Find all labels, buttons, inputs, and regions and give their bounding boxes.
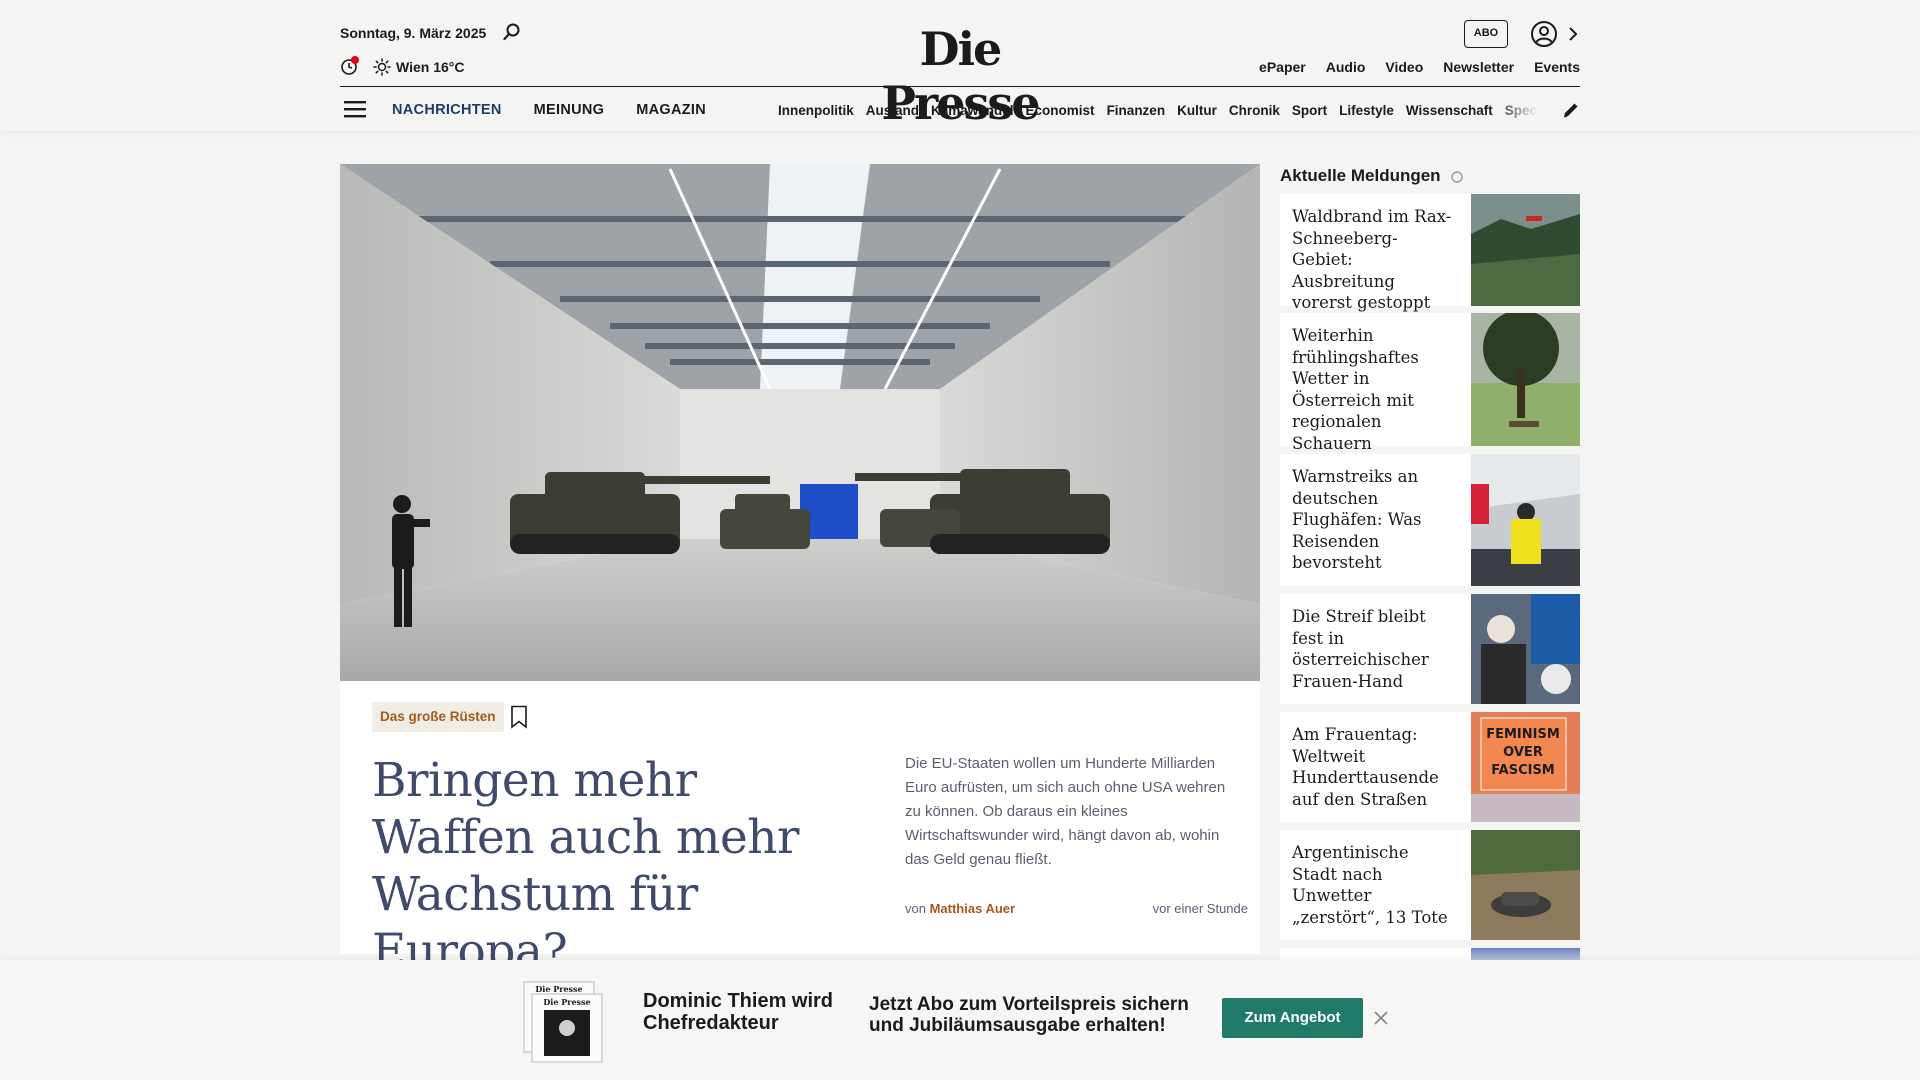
section-klimawandel[interactable]: Klimawandel (931, 103, 1014, 118)
live-indicator-icon (1451, 171, 1463, 183)
news-title[interactable]: Warnstreiks an deutschen Flughäfen: Was … (1292, 466, 1457, 574)
paper-masthead: Die Presse (543, 997, 590, 1007)
close-icon[interactable] (1373, 1010, 1389, 1026)
top-links: ePaper Audio Video Newsletter Events (1259, 59, 1580, 75)
article-time: vor einer Stunde (1152, 901, 1248, 916)
news-title[interactable]: Waldbrand im Rax-Schneeberg-Gebiet: Ausb… (1292, 206, 1457, 314)
news-item[interactable]: Die Streif bleibt fest in österreichisch… (1280, 594, 1580, 704)
section-finanzen[interactable]: Finanzen (1107, 103, 1166, 118)
main-nav: NACHRICHTEN MEINUNG MAGAZIN (392, 102, 706, 118)
link-newsletter[interactable]: Newsletter (1443, 59, 1514, 75)
subscription-banner: Die Presse Die Presse Dominic Thiem wird… (0, 960, 1920, 1080)
byline-prefix: von (905, 901, 926, 916)
nav-meinung[interactable]: MEINUNG (534, 102, 605, 118)
section-kultur[interactable]: Kultur (1177, 103, 1217, 118)
menu-icon[interactable] (344, 99, 366, 119)
section-nav: Innenpolitik Ausland Klimawandel Economi… (778, 103, 1538, 118)
article-byline: von Matthias Auer (905, 901, 1015, 916)
newspaper-image: Die Presse Die Presse (523, 981, 603, 1063)
section-innenpolitik[interactable]: Innenpolitik (778, 103, 854, 118)
link-video[interactable]: Video (1385, 59, 1423, 75)
bookmark-icon[interactable] (510, 705, 528, 729)
news-item[interactable]: Warnstreiks an deutschen Flughäfen: Was … (1280, 454, 1580, 586)
section-ausland[interactable]: Ausland (866, 103, 919, 118)
abo-button[interactable]: ABO (1464, 20, 1508, 48)
protest-sign-image: FEMINISM OVER FASCISM (1471, 712, 1580, 822)
sun-icon (373, 58, 391, 76)
link-audio[interactable]: Audio (1326, 59, 1366, 75)
weather-text[interactable]: Wien 16°C (396, 59, 465, 75)
article-teaser: Die EU-Staaten wollen um Hunderte Millia… (905, 755, 1226, 868)
promo-headline: Dominic Thiem wird Chefredakteur (643, 990, 834, 1034)
header-divider (340, 86, 1580, 87)
forest-fire-image (1471, 194, 1580, 306)
ski-race-image (1471, 594, 1580, 704)
news-thumbnail[interactable]: FEMINISM OVER FASCISM (1471, 712, 1580, 822)
news-title[interactable]: Die Streif bleibt fest in österreichisch… (1292, 606, 1457, 692)
article-headline[interactable]: Bringen mehr Waffen auch mehr Wachstum f… (372, 752, 872, 980)
news-item[interactable] (1280, 948, 1580, 960)
news-item[interactable]: Waldbrand im Rax-Schneeberg-Gebiet: Ausb… (1280, 194, 1580, 312)
news-item[interactable]: Argentinische Stadt nach Unwetter „zerst… (1280, 830, 1580, 940)
news-title[interactable]: Argentinische Stadt nach Unwetter „zerst… (1292, 842, 1457, 928)
news-thumbnail[interactable] (1471, 948, 1580, 960)
article-kicker[interactable]: Das große Rüsten (372, 702, 504, 732)
section-lifestyle[interactable]: Lifestyle (1339, 103, 1394, 118)
airport-strike-image (1471, 454, 1580, 586)
header-inner: Sonntag, 9. März 2025 Wien 16°C Die Pres… (340, 0, 1580, 131)
section-spectrum[interactable]: Spectrum (1505, 103, 1538, 118)
history-icon[interactable] (340, 56, 360, 76)
section-wissenschaft[interactable]: Wissenschaft (1406, 103, 1493, 118)
news-thumbnail[interactable] (1471, 830, 1580, 940)
nav-magazin[interactable]: MAGAZIN (636, 102, 706, 118)
news-title[interactable]: Am Frauentag: Weltweit Hunderttausende a… (1292, 724, 1457, 810)
user-icon[interactable] (1530, 20, 1558, 48)
news-item[interactable]: Am Frauentag: Weltweit Hunderttausende a… (1280, 712, 1580, 822)
site-header: Sonntag, 9. März 2025 Wien 16°C Die Pres… (0, 0, 1920, 131)
hero-image[interactable] (340, 164, 1260, 681)
news-thumbnail[interactable] (1471, 594, 1580, 704)
hero-article[interactable]: Das große Rüsten Bringen mehr Waffen auc… (340, 164, 1260, 979)
news-thumbnail[interactable] (1471, 194, 1580, 306)
pencil-icon[interactable] (1562, 101, 1580, 119)
search-icon[interactable] (502, 22, 522, 42)
news-title[interactable]: Weiterhin frühlingshaftes Wetter in Öste… (1292, 325, 1457, 454)
nav-nachrichten[interactable]: NACHRICHTEN (392, 102, 502, 118)
news-thumbnail[interactable] (1471, 313, 1580, 446)
paper-masthead: Die Presse (535, 984, 582, 994)
tank-hangar-image (340, 164, 1260, 681)
current-date: Sonntag, 9. März 2025 (340, 25, 487, 41)
chevron-right-icon[interactable] (1566, 24, 1580, 44)
author-link[interactable]: Matthias Auer (930, 901, 1015, 916)
link-epaper[interactable]: ePaper (1259, 59, 1306, 75)
sign-text: OVER (1503, 745, 1543, 760)
sign-text: FASCISM (1491, 763, 1555, 778)
promo-offer-text: Jetzt Abo zum Vorteilspreis sichern und … (869, 994, 1189, 1036)
flood-image (1471, 830, 1580, 940)
sidebar-title[interactable]: Aktuelle Meldungen (1280, 166, 1441, 186)
news-item[interactable]: Weiterhin frühlingshaftes Wetter in Öste… (1280, 313, 1580, 453)
section-chronik[interactable]: Chronik (1229, 103, 1280, 118)
park-image (1471, 313, 1580, 446)
section-economist[interactable]: Economist (1026, 103, 1095, 118)
section-sport[interactable]: Sport (1292, 103, 1327, 118)
sign-text: FEMINISM (1486, 727, 1560, 742)
offer-button[interactable]: Zum Angebot (1222, 998, 1363, 1038)
link-events[interactable]: Events (1534, 59, 1580, 75)
news-thumbnail[interactable] (1471, 454, 1580, 586)
